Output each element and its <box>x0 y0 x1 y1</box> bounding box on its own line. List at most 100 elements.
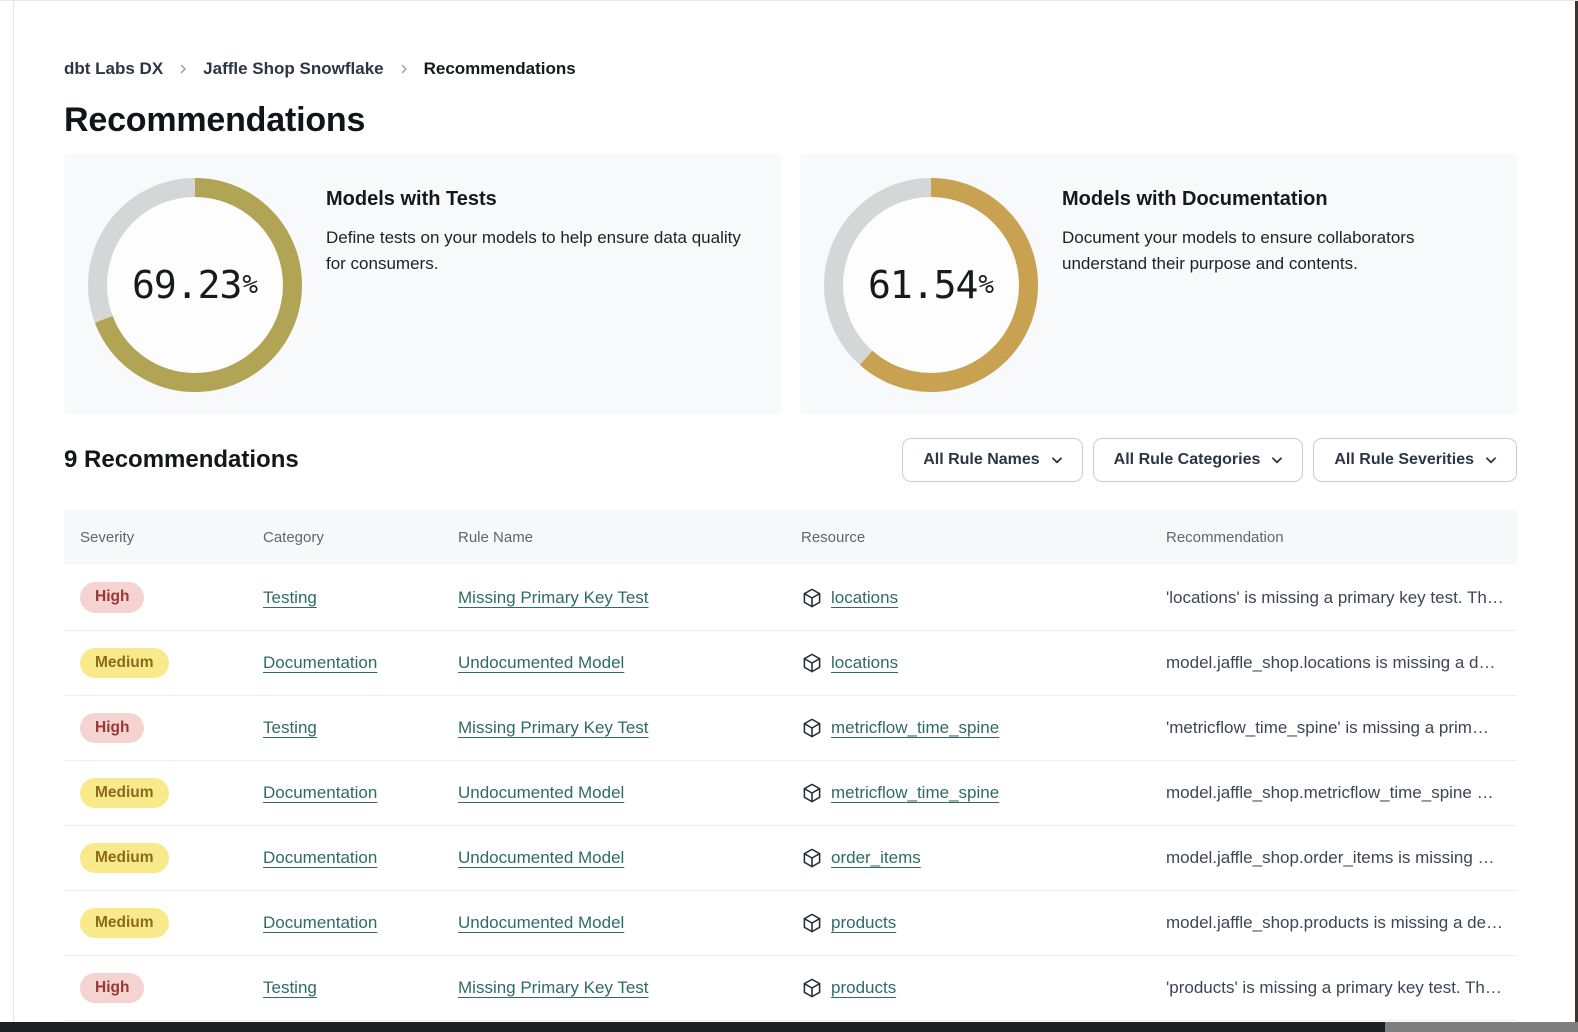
rule-severities-filter-label: All Rule Severities <box>1334 451 1474 469</box>
resource-link[interactable]: metricflow_time_spine <box>831 718 999 738</box>
rule-name-cell: Missing Primary Key Test <box>458 718 801 738</box>
category-cell: Testing <box>263 588 458 608</box>
recommendation-cell: model.jaffle_shop.metricflow_time_spine … <box>1166 783 1517 803</box>
severity-cell: Medium <box>80 843 263 874</box>
tests-card-title: Models with Tests <box>326 188 757 211</box>
rule-name-cell: Undocumented Model <box>458 848 801 868</box>
severity-badge: Medium <box>80 908 169 939</box>
severity-cell: High <box>80 582 263 613</box>
category-cell: Testing <box>263 978 458 998</box>
resource-cell: order_items <box>801 847 1166 869</box>
resource-link[interactable]: order_items <box>831 848 921 868</box>
column-header-rule-name: Rule Name <box>458 529 801 546</box>
chevron-down-icon <box>1270 453 1284 467</box>
window-bottom-edge <box>0 1022 1578 1032</box>
severity-badge: High <box>80 582 144 613</box>
resource-cell: products <box>801 912 1166 934</box>
percent-sign: % <box>242 270 258 300</box>
category-link[interactable]: Documentation <box>263 783 377 802</box>
model-cube-icon <box>801 977 823 999</box>
model-cube-icon <box>801 652 823 674</box>
filter-bar: All Rule Names All Rule Categories All R… <box>902 438 1517 482</box>
rule-names-filter-dropdown[interactable]: All Rule Names <box>902 438 1082 482</box>
rule-name-link[interactable]: Missing Primary Key Test <box>458 978 649 997</box>
severity-badge: High <box>80 713 144 744</box>
documentation-card-description: Document your models to ensure collabora… <box>1062 225 1493 278</box>
rule-severities-filter-dropdown[interactable]: All Rule Severities <box>1313 438 1517 482</box>
rule-names-filter-label: All Rule Names <box>923 451 1039 469</box>
column-header-resource: Resource <box>801 529 1166 546</box>
severity-cell: High <box>80 973 263 1004</box>
tests-percentage-value: 69.23 <box>132 263 241 307</box>
recommendation-cell: model.jaffle_shop.order_items is missing… <box>1166 848 1517 868</box>
rule-name-cell: Undocumented Model <box>458 913 801 933</box>
resource-link[interactable]: products <box>831 978 896 998</box>
column-header-category: Category <box>263 529 458 546</box>
category-cell: Testing <box>263 718 458 738</box>
table-body: High Testing Missing Primary Key Test lo… <box>64 565 1517 1020</box>
category-link[interactable]: Testing <box>263 978 317 997</box>
rule-name-cell: Missing Primary Key Test <box>458 978 801 998</box>
documentation-percentage: 61.54% <box>824 178 1038 392</box>
tests-donut-chart: 69.23% <box>88 178 302 392</box>
severity-badge: Medium <box>80 648 169 679</box>
documentation-donut-chart: 61.54% <box>824 178 1038 392</box>
severity-cell: High <box>80 713 263 744</box>
rule-name-cell: Undocumented Model <box>458 783 801 803</box>
category-link[interactable]: Documentation <box>263 848 377 867</box>
table-row: High Testing Missing Primary Key Test me… <box>64 695 1517 760</box>
rule-name-link[interactable]: Undocumented Model <box>458 913 624 932</box>
resource-link[interactable]: metricflow_time_spine <box>831 783 999 803</box>
severity-badge: High <box>80 973 144 1004</box>
rule-name-link[interactable]: Undocumented Model <box>458 783 624 802</box>
recommendation-cell: 'locations' is missing a primary key tes… <box>1166 588 1517 608</box>
table-row: Medium Documentation Undocumented Model … <box>64 630 1517 695</box>
category-link[interactable]: Testing <box>263 718 317 737</box>
recommendations-count: 9 Recommendations <box>64 446 299 474</box>
resource-link[interactable]: products <box>831 913 896 933</box>
category-cell: Documentation <box>263 913 458 933</box>
bottom-edge-light-segment <box>1385 1022 1578 1032</box>
table-row: Medium Documentation Undocumented Model … <box>64 760 1517 825</box>
recommendation-cell: 'metricflow_time_spine' is missing a pri… <box>1166 718 1517 738</box>
breadcrumb-item-recommendations: Recommendations <box>424 59 576 79</box>
category-link[interactable]: Documentation <box>263 653 377 672</box>
page-title: Recommendations <box>64 101 1517 140</box>
severity-badge: Medium <box>80 843 169 874</box>
rule-name-link[interactable]: Missing Primary Key Test <box>458 718 649 737</box>
category-link[interactable]: Testing <box>263 588 317 607</box>
rule-name-link[interactable]: Undocumented Model <box>458 653 624 672</box>
recommendation-cell: model.jaffle_shop.locations is missing a… <box>1166 653 1517 673</box>
rule-name-link[interactable]: Undocumented Model <box>458 848 624 867</box>
table-bottom-divider <box>64 1020 1517 1021</box>
table-row: Medium Documentation Undocumented Model … <box>64 825 1517 890</box>
chevron-down-icon <box>1484 453 1498 467</box>
main-content: dbt Labs DX Jaffle Shop Snowflake Recomm… <box>14 1 1575 1022</box>
model-cube-icon <box>801 717 823 739</box>
recommendations-table: Severity Category Rule Name Resource Rec… <box>64 510 1517 1021</box>
model-cube-icon <box>801 847 823 869</box>
rule-name-link[interactable]: Missing Primary Key Test <box>458 588 649 607</box>
chevron-right-icon <box>398 63 410 75</box>
recommendation-cell: model.jaffle_shop.products is missing a … <box>1166 913 1517 933</box>
severity-badge: Medium <box>80 778 169 809</box>
tests-percentage: 69.23% <box>88 178 302 392</box>
resource-cell: metricflow_time_spine <box>801 717 1166 739</box>
rule-categories-filter-dropdown[interactable]: All Rule Categories <box>1093 438 1304 482</box>
resource-link[interactable]: locations <box>831 653 898 673</box>
recommendation-cell: 'products' is missing a primary key test… <box>1166 978 1517 998</box>
breadcrumb-item-dbt-labs-dx[interactable]: dbt Labs DX <box>64 59 163 79</box>
resource-cell: locations <box>801 652 1166 674</box>
recommendations-list-header: 9 Recommendations All Rule Names All Rul… <box>64 438 1517 482</box>
category-cell: Documentation <box>263 653 458 673</box>
resource-cell: metricflow_time_spine <box>801 782 1166 804</box>
metric-cards: 69.23% Models with Tests Define tests on… <box>64 154 1517 414</box>
resource-link[interactable]: locations <box>831 588 898 608</box>
model-cube-icon <box>801 782 823 804</box>
breadcrumb-item-jaffle-shop-snowflake[interactable]: Jaffle Shop Snowflake <box>203 59 383 79</box>
tests-card-text: Models with Tests Define tests on your m… <box>326 178 757 278</box>
category-link[interactable]: Documentation <box>263 913 377 932</box>
category-cell: Documentation <box>263 783 458 803</box>
metric-card-models-with-documentation: 61.54% Models with Documentation Documen… <box>800 154 1517 414</box>
table-row: High Testing Missing Primary Key Test lo… <box>64 565 1517 630</box>
